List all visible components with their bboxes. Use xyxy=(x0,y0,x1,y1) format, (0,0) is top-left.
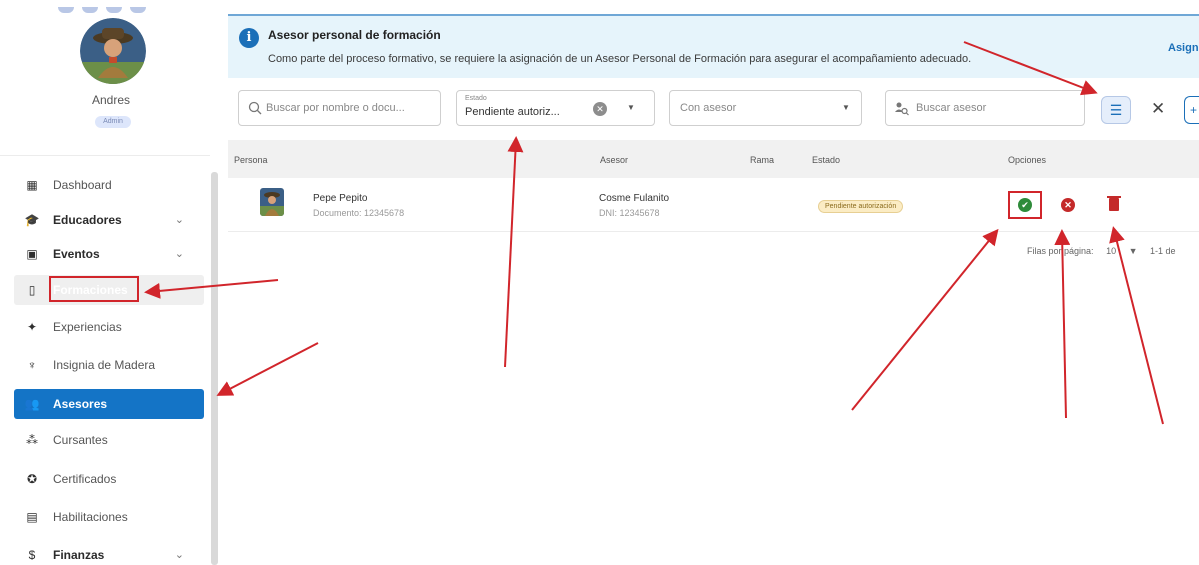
table-header: Persona Asesor Rama Estado Opciones xyxy=(228,140,1199,178)
filter-icon: ☰ xyxy=(1109,102,1123,118)
sidebar-item-cursantes[interactable]: ⁂ Cursantes xyxy=(14,425,204,455)
close-icon: ✕ xyxy=(1151,99,1166,118)
sidebar-item-certificados[interactable]: ✪ Certificados xyxy=(14,464,204,494)
search-input[interactable]: Buscar por nombre o docu... xyxy=(238,90,441,126)
asesor-name: Cosme Fulanito xyxy=(599,193,670,204)
assign-link[interactable]: Asign xyxy=(1168,42,1199,54)
banner-text: Como parte del proceso formativo, se req… xyxy=(268,53,972,65)
header-asesor: Asesor xyxy=(600,155,629,165)
rows-per-page-label: Filas por página: xyxy=(1027,246,1094,256)
chevron-down-icon[interactable]: ⌄ xyxy=(175,548,184,561)
sidebar-item-eventos[interactable]: ▣ Eventos ⌄ xyxy=(14,239,204,269)
chevron-down-icon[interactable]: ⌄ xyxy=(175,213,184,226)
sidebar-item-asesores[interactable]: 👥 Asesores xyxy=(14,389,204,419)
info-icon: i xyxy=(239,28,259,48)
buscar-asesor-placeholder: Buscar asesor xyxy=(916,102,987,114)
sidebar-scrollbar[interactable] xyxy=(211,172,218,565)
sidebar-item-label: Dashboard xyxy=(53,178,112,192)
group-icon: ⁂ xyxy=(26,433,38,447)
hiker-icon: ✦ xyxy=(26,320,38,334)
chevron-down-icon[interactable]: ▼ xyxy=(627,103,635,112)
buscar-asesor-input[interactable]: Buscar asesor xyxy=(885,90,1085,126)
header-estado: Estado xyxy=(812,155,841,165)
estado-select[interactable]: Estado Pendiente autoriz... ✕ ▼ xyxy=(456,90,655,126)
plus-icon: + xyxy=(1190,103,1198,117)
annotation-box-formaciones xyxy=(49,276,139,302)
clear-filters-button[interactable]: ✕ xyxy=(1151,99,1165,119)
dollar-icon: $ xyxy=(28,548,36,562)
delete-icon[interactable] xyxy=(1107,196,1121,211)
sidebar-item-educadores[interactable]: 🎓 Educadores ⌄ xyxy=(14,205,204,235)
top-decoration xyxy=(58,0,168,13)
sidebar-item-label: Eventos xyxy=(53,247,100,261)
sidebar-item-label: Educadores xyxy=(53,213,122,227)
page-range: 1-1 de xyxy=(1150,246,1176,256)
rows-per-page-caret[interactable]: ▼ xyxy=(1129,246,1138,256)
persona-avatar xyxy=(260,188,284,216)
sidebar-item-insignia[interactable]: ♆ Insignia de Madera xyxy=(14,350,204,380)
book-icon: ▯ xyxy=(28,283,36,297)
table-row: Pepe Pepito Documento: 12345678 Cosme Fu… xyxy=(228,180,1199,232)
header-rama: Rama xyxy=(750,155,775,165)
persona-document: Documento: 12345678 xyxy=(313,208,405,218)
clear-estado-icon[interactable]: ✕ xyxy=(593,102,607,116)
graduation-cap-icon: 🎓 xyxy=(24,213,40,227)
sidebar-item-experiencias[interactable]: ✦ Experiencias xyxy=(14,312,204,342)
header-persona: Persona xyxy=(234,155,268,165)
header-opciones: Opciones xyxy=(1008,155,1047,165)
dashboard-icon: ▦ xyxy=(26,178,38,192)
persona-name: Pepe Pepito xyxy=(313,193,368,204)
reject-icon[interactable]: ✕ xyxy=(1061,198,1075,212)
search-placeholder: Buscar por nombre o docu... xyxy=(266,102,405,114)
approve-icon[interactable]: ✔ xyxy=(1018,198,1032,212)
estado-value: Pendiente autoriz... xyxy=(465,106,560,118)
main-content: i Asesor personal de formación Como part… xyxy=(222,0,1199,565)
sidebar-item-label: Insignia de Madera xyxy=(53,358,156,372)
info-banner: i Asesor personal de formación Como part… xyxy=(228,14,1199,78)
asesor-dni: DNI: 12345678 xyxy=(599,208,660,218)
rows-per-page-select[interactable]: 10 xyxy=(1106,246,1116,256)
estado-label: Estado xyxy=(465,95,487,102)
pagination: Filas por página: 10 ▼ 1-1 de xyxy=(1027,246,1186,256)
person-search-icon xyxy=(895,102,909,116)
banner-title: Asesor personal de formación xyxy=(268,28,441,42)
chevron-down-icon[interactable]: ⌄ xyxy=(175,247,184,260)
chevron-down-icon[interactable]: ▼ xyxy=(842,103,850,112)
sidebar: Andres Admin ▦ Dashboard 🎓 Educadores ⌄ ▣ Even… xyxy=(0,0,222,565)
sidebar-item-finanzas[interactable]: $ Finanzas ⌄ xyxy=(14,540,204,565)
certificate-icon: ✪ xyxy=(26,472,38,486)
calendar-icon: ▣ xyxy=(26,247,38,261)
asesor-select[interactable]: Con asesor ▼ xyxy=(669,90,862,126)
asesor-value: Con asesor xyxy=(680,102,737,114)
trophy-icon: ♆ xyxy=(27,358,37,372)
user-name: Andres xyxy=(91,93,131,107)
sidebar-item-label: Experiencias xyxy=(53,320,122,334)
filter-button[interactable]: ☰ xyxy=(1101,96,1131,124)
sidebar-item-habilitaciones[interactable]: ▤ Habilitaciones xyxy=(14,502,204,532)
status-badge: Pendiente autorización xyxy=(818,200,904,213)
user-profile: Andres Admin xyxy=(0,0,222,150)
search-icon xyxy=(248,101,262,115)
badge-icon: ▤ xyxy=(26,510,38,524)
role-badge: Admin xyxy=(95,116,131,128)
divider xyxy=(0,155,210,156)
sidebar-item-label: Habilitaciones xyxy=(53,510,128,524)
sidebar-item-label: Certificados xyxy=(53,472,117,486)
sidebar-item-label: Finanzas xyxy=(53,548,105,562)
add-button[interactable]: + xyxy=(1184,96,1199,124)
sidebar-item-dashboard[interactable]: ▦ Dashboard xyxy=(14,170,204,200)
sidebar-item-label: Asesores xyxy=(53,397,108,411)
sidebar-item-label: Cursantes xyxy=(53,433,108,447)
avatar[interactable] xyxy=(80,18,146,84)
people-plus-icon: 👥 xyxy=(24,397,40,411)
